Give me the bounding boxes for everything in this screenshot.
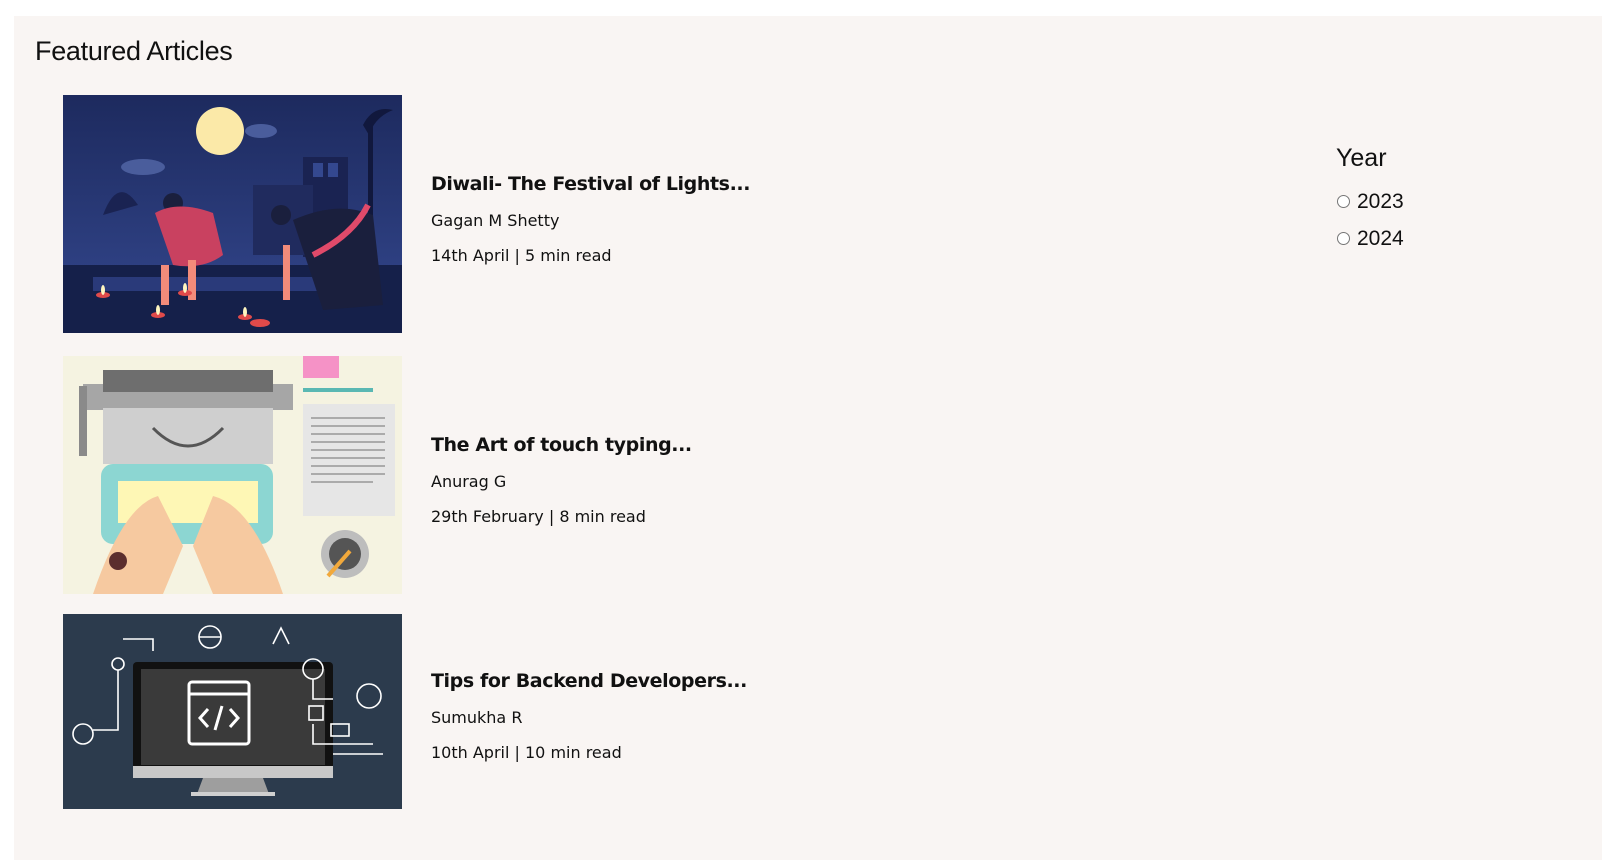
year-option-2024[interactable]: 2024 <box>1336 220 1404 257</box>
typewriter-illustration <box>63 356 402 594</box>
year-option-label: 2023 <box>1357 189 1404 213</box>
year-radio-2024[interactable] <box>1337 232 1350 245</box>
article-thumbnail-diwali[interactable] <box>63 95 402 333</box>
article-card[interactable]: The Art of touch typing... Anurag G 29th… <box>63 355 783 595</box>
article-card[interactable]: Tips for Backend Developers... Sumukha R… <box>63 611 783 811</box>
article-title[interactable]: The Art of touch typing... <box>431 434 692 456</box>
article-title[interactable]: Tips for Backend Developers... <box>431 670 747 692</box>
article-date-readtime: 14th April | 5 min read <box>431 246 612 265</box>
year-option-2023[interactable]: 2023 <box>1336 183 1404 220</box>
year-option-label: 2024 <box>1357 226 1404 250</box>
filter-title: Year <box>1336 144 1387 172</box>
article-card[interactable]: Diwali- The Festival of Lights... Gagan … <box>63 94 783 334</box>
article-thumbnail-typewriter[interactable] <box>63 356 402 594</box>
article-date-readtime: 10th April | 10 min read <box>431 743 622 762</box>
section-title: Featured Articles <box>35 36 233 66</box>
diwali-illustration <box>63 95 402 333</box>
article-author: Gagan M Shetty <box>431 211 560 230</box>
article-date-readtime: 29th February | 8 min read <box>431 507 646 526</box>
article-meta: The Art of touch typing... Anurag G 29th… <box>431 434 692 526</box>
featured-articles-panel: Featured Articles Diwali- The Festival o… <box>14 16 1602 860</box>
article-meta: Tips for Backend Developers... Sumukha R… <box>431 670 747 762</box>
article-meta: Diwali- The Festival of Lights... Gagan … <box>431 173 750 265</box>
year-radio-2023[interactable] <box>1337 195 1350 208</box>
article-author: Sumukha R <box>431 708 523 727</box>
year-filter: Year 2023 2024 <box>1336 144 1404 257</box>
article-title[interactable]: Diwali- The Festival of Lights... <box>431 173 750 195</box>
article-author: Anurag G <box>431 472 507 491</box>
article-thumbnail-backend[interactable] <box>63 613 402 809</box>
backend-developer-illustration <box>63 613 402 809</box>
